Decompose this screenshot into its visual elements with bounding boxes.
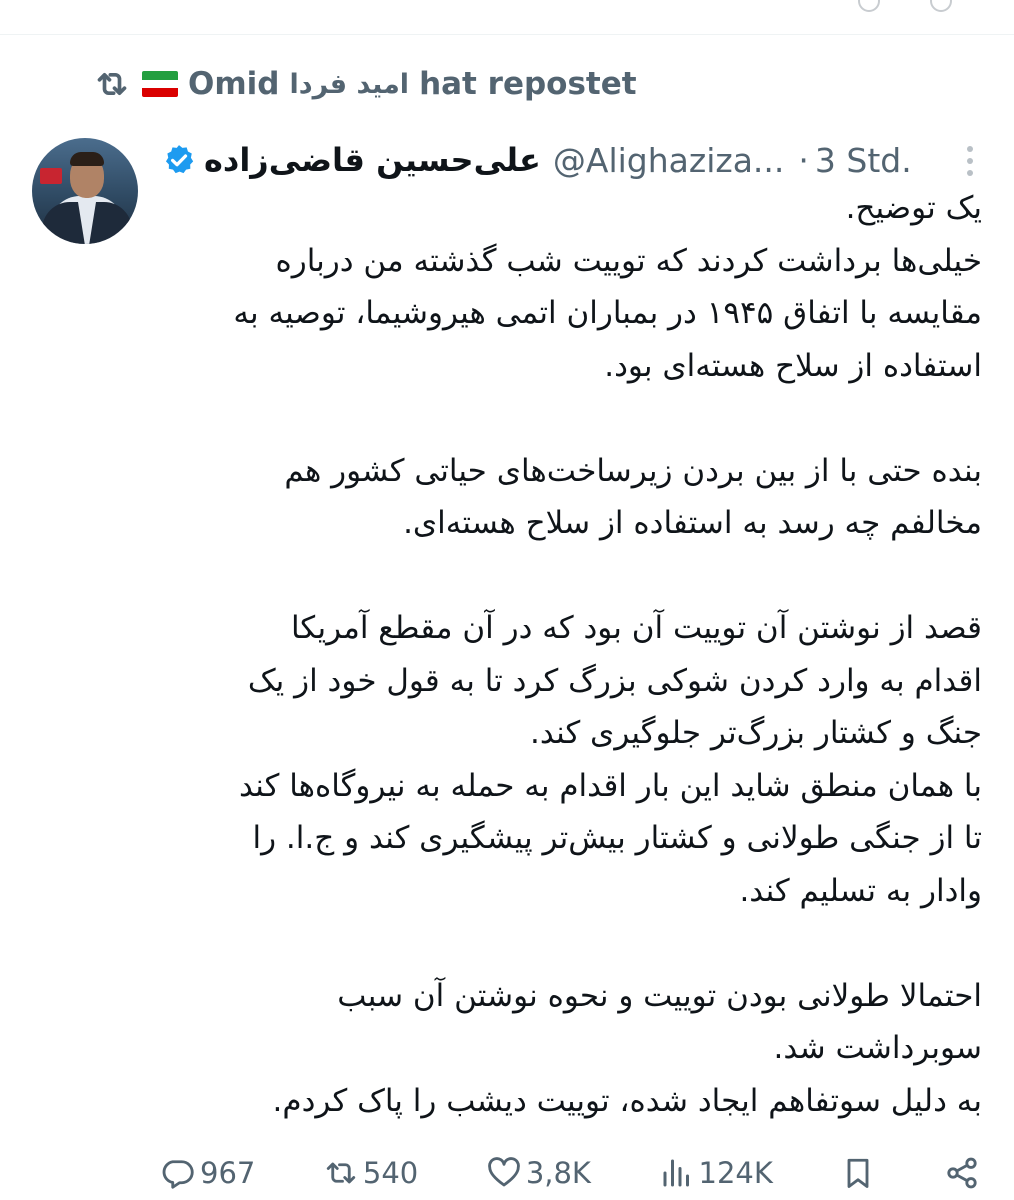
repost-suffix: hat repostet [419, 66, 637, 102]
bookmark-icon [847, 1158, 869, 1188]
like-button[interactable]: 3,8K [486, 1155, 591, 1191]
divider [0, 34, 1014, 35]
repost-icon [97, 73, 127, 95]
tweet-line: به دلیل سوتفاهم ایجاد شده، توییت دیشب را… [272, 1082, 982, 1119]
author-handle[interactable]: @Alighaziza... [553, 141, 785, 180]
tweet-line: تا از جنگی طولانی و کشتار بیش‌تر پیشگیری… [252, 820, 983, 856]
share-icon[interactable] [930, 0, 952, 12]
tweet-actions: 967 540 3,8K 124K [160, 1146, 980, 1200]
tweet-time[interactable]: 3 Std. [815, 141, 912, 180]
tweet-text: یک توضیح. خیلی‌ها برداشت کردند که توییت ش… [160, 182, 982, 1127]
tweet-line: مقایسه با اتفاق ۱۹۴۵ در بمباران اتمی هیر… [233, 295, 982, 331]
separator-dot: · [798, 140, 809, 180]
view-count: 124K [698, 1156, 773, 1190]
repost-context: Omid امید فردا hat repostet [92, 62, 637, 106]
iran-flag-icon [142, 71, 178, 97]
heart-icon [487, 1157, 520, 1187]
tweet-line: قصد از نوشتن آن توییت آن بود که در آن مق… [290, 610, 982, 646]
avatar[interactable] [32, 138, 138, 244]
tweet-line: مخالفم چه رسد به استفاده از سلاح هسته‌ای… [403, 505, 982, 541]
reply-icon [162, 1160, 194, 1189]
share-icon [947, 1157, 977, 1189]
verified-badge-icon [165, 145, 194, 174]
repost-user-persian[interactable]: امید فردا [289, 69, 409, 100]
tweet-line: سوبرداشت شد. [773, 1030, 982, 1066]
repost-button[interactable]: 540 [323, 1155, 418, 1191]
bookmark-button[interactable] [840, 1155, 876, 1191]
tweet-line: اقدام به وارد کردن شوکی بزرگ کرد تا به ق… [247, 662, 982, 699]
repost-icon [326, 1162, 356, 1184]
previous-tweet-actions [0, 0, 1014, 14]
tweet-line: بنده حتی با از بین بردن زیرساخت‌های حیات… [284, 452, 982, 489]
tweet-line: یک توضیح. [845, 190, 982, 226]
like-count: 3,8K [525, 1156, 591, 1190]
tweet-line: با همان منطق شاید این بار اقدام به حمله … [238, 767, 982, 804]
tweet-header: علی‌حسین قاضی‌زاده @Alighaziza... · 3 St… [162, 140, 992, 180]
views-button[interactable]: 124K [659, 1155, 773, 1191]
share-button[interactable] [944, 1155, 980, 1191]
author-name[interactable]: علی‌حسین قاضی‌زاده [204, 141, 541, 179]
reply-button[interactable]: 967 [160, 1155, 255, 1191]
tweet-line: استفاده از سلاح هسته‌ای بود. [604, 347, 982, 384]
tweet-line: جنگ و کشتار بزرگ‌تر جلوگیری کند. [529, 715, 982, 751]
tweet-line: خیلی‌ها برداشت کردند که توییت شب گذشته م… [275, 242, 982, 279]
repost-count: 540 [362, 1156, 419, 1190]
more-options-icon[interactable] [966, 146, 974, 182]
tweet-line: وادار به تسلیم کند. [739, 872, 982, 909]
reply-count: 967 [200, 1156, 256, 1190]
views-icon [663, 1159, 689, 1187]
tweet-line: احتمالا طولانی بودن توییت و نحوه نوشتن آ… [337, 977, 982, 1014]
repost-user[interactable]: Omid [188, 66, 279, 102]
like-icon[interactable] [858, 0, 880, 12]
